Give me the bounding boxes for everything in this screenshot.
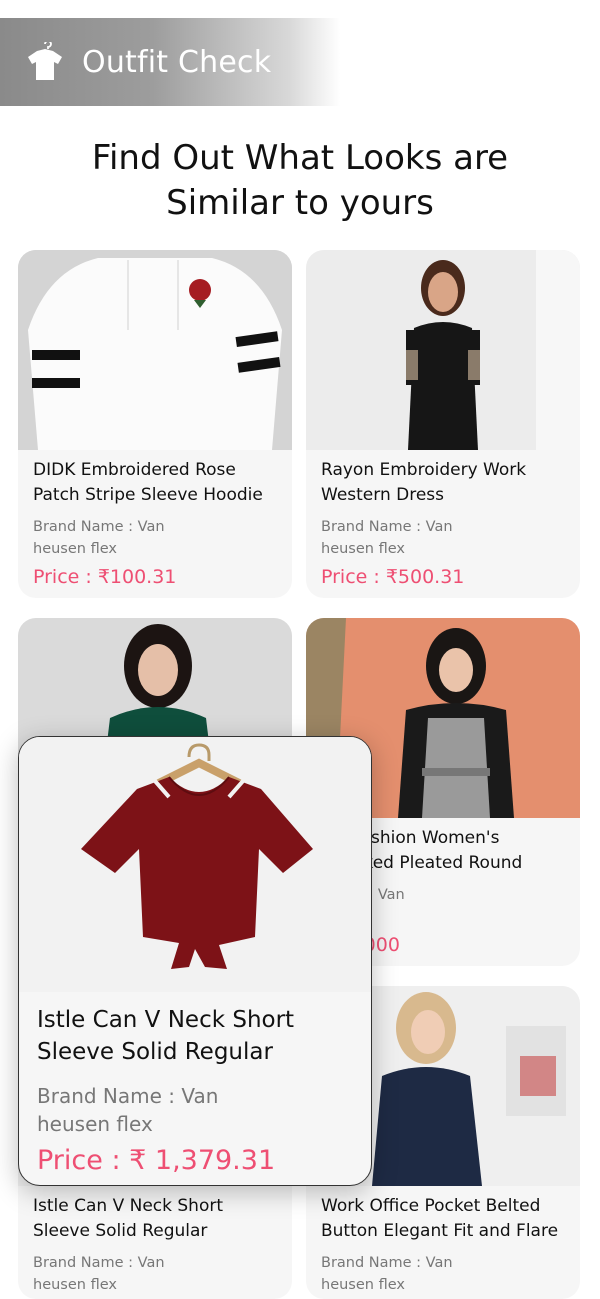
product-card[interactable]: Rayon Embroidery Work Western Dress Bran… [306,250,580,598]
product-name: Rayon Embroidery Work Western Dress [321,460,527,505]
product-card[interactable]: DIDK Embroidered Rose Patch Stripe Sleev… [18,250,292,598]
selected-product-price: Price : ₹ 1,379.31 [37,1145,276,1176]
product-brand: Brand Name : Van heusen flex [321,519,453,557]
selected-product-name: Istle Can V Neck Short Sleeve Solid Regu… [37,1007,295,1065]
product-image [19,737,371,992]
product-brand: Brand Name : Van heusen flex [33,519,165,557]
product-name: Istle Can V Neck Short Sleeve Solid Regu… [33,1196,224,1241]
product-image [18,250,292,450]
product-image [306,250,580,450]
selected-product-brand: Brand Name : Van heusen flex [37,1084,219,1136]
product-price: Price : ₹100.31 [33,566,177,588]
product-brand: Brand Name : Van heusen flex [321,1255,453,1293]
selected-product-card[interactable]: Istle Can V Neck Short Sleeve Solid Regu… [18,736,372,1186]
product-brand: Brand Name : Van heusen flex [33,1255,165,1293]
product-price: Price : ₹500.31 [321,566,465,588]
product-name: Work Office Pocket Belted Button Elegant… [321,1196,559,1241]
product-name: DIDK Embroidered Rose Patch Stripe Sleev… [33,460,263,505]
